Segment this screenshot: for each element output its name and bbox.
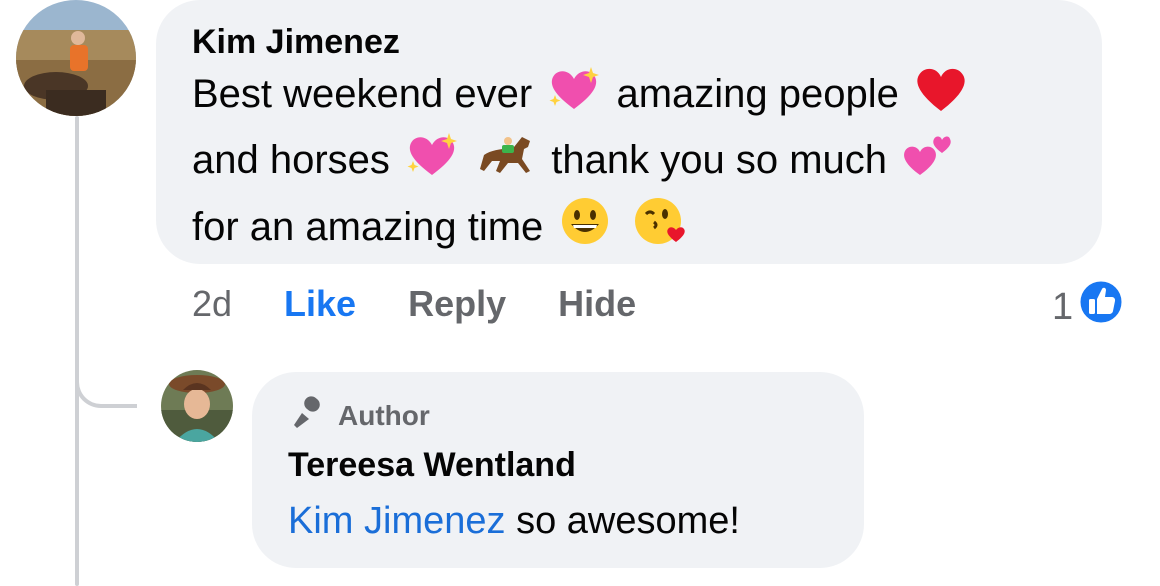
reply-text-body: so awesome! — [516, 500, 740, 542]
face-blowing-kiss-emoji — [632, 196, 688, 263]
comment-text-segment: thank you so much — [551, 138, 888, 182]
avatar[interactable] — [16, 0, 136, 116]
reaction-count: 1 — [1052, 285, 1074, 328]
author-badge-label: Author — [338, 400, 430, 431]
reply-connector — [75, 340, 137, 408]
reply-bubble: Author Tereesa Wentland Kim Jimenez so a… — [252, 372, 864, 568]
two-hearts-emoji — [902, 131, 956, 196]
reply-author-name[interactable]: Tereesa Wentland — [288, 440, 828, 490]
mention-link[interactable]: Kim Jimenez — [288, 500, 506, 542]
comment-author-name[interactable]: Kim Jimenez — [192, 20, 1066, 64]
like-thumb-icon — [1077, 278, 1125, 336]
avatar[interactable] — [161, 370, 233, 442]
grinning-face-emoji — [558, 196, 612, 263]
author-badge: Author — [290, 392, 828, 440]
comment-text-segment: Best weekend ever — [192, 72, 533, 116]
reply-text: Kim Jimenez so awesome! — [288, 490, 828, 552]
red-heart-emoji — [914, 65, 968, 130]
comment-text-segment: amazing people — [616, 72, 899, 116]
sparkling-heart-emoji — [547, 65, 601, 130]
sparkling-heart-emoji — [405, 131, 459, 196]
reply-button[interactable]: Reply — [408, 283, 506, 325]
horse-racing-emoji — [478, 131, 536, 196]
comment-text: Best weekend ever amazing people and hor… — [192, 64, 1066, 263]
reaction-summary[interactable]: 1 — [1052, 278, 1125, 336]
microphone-icon — [290, 395, 328, 438]
comment-text-segment: for an amazing time — [192, 205, 544, 249]
comment-actions: 2d Like Reply Hide — [192, 283, 688, 325]
hide-button[interactable]: Hide — [558, 283, 636, 325]
like-button[interactable]: Like — [284, 283, 356, 325]
comment-bubble: Kim Jimenez Best weekend ever amazing pe… — [156, 0, 1102, 264]
comment-timestamp[interactable]: 2d — [192, 283, 232, 325]
comment-text-segment: and horses — [192, 138, 390, 182]
